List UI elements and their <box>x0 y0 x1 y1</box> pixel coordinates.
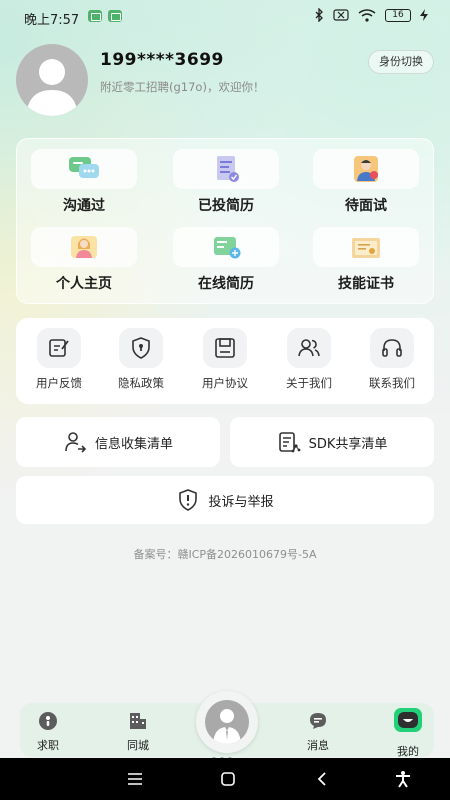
links-card: 用户反馈 隐私政策 用户协议 关于我们 联系我们 <box>16 318 434 404</box>
job-icon <box>38 711 58 731</box>
link-contact-us[interactable]: 联系我们 <box>353 328 431 391</box>
resume-sent-icon <box>217 156 239 182</box>
link-about-us[interactable]: 关于我们 <box>270 328 348 391</box>
grid-item-pending-interview[interactable]: 待面试 <box>313 149 419 217</box>
battery-level: 16 <box>385 8 411 22</box>
save-disk-icon <box>215 338 235 358</box>
grid-item-personal-homepage[interactable]: 个人主页 <box>31 227 137 295</box>
grid-item-skill-certificate[interactable]: 技能证书 <box>313 227 419 295</box>
link-privacy-policy[interactable]: 隐私政策 <box>102 328 180 391</box>
tab-label: 消息 <box>307 739 329 752</box>
me-icon <box>393 707 423 733</box>
tab-messages[interactable]: 消息 <box>290 711 346 753</box>
system-nav-bar <box>0 758 450 800</box>
message-icon <box>308 711 328 731</box>
charging-icon <box>420 9 428 21</box>
tab-me[interactable]: 我的 <box>380 708 436 759</box>
status-time: 晚上7:57 <box>24 13 80 28</box>
online-resume-icon <box>214 237 241 259</box>
link-label: 用户反馈 <box>36 376 82 390</box>
chat-bubbles-icon <box>69 157 99 178</box>
grid-tile <box>173 149 279 189</box>
users-group-icon <box>298 339 320 357</box>
grid-label: 待面试 <box>345 198 387 214</box>
grid-label: 已投简历 <box>198 198 254 214</box>
grid-label: 沟通过 <box>63 198 105 214</box>
tab-label: 求职 <box>37 739 59 752</box>
default-avatar-icon <box>26 59 78 116</box>
menu-icon[interactable] <box>115 758 155 800</box>
info-collection-list-button[interactable]: 信息收集清单 <box>16 417 220 467</box>
avatar[interactable] <box>16 44 88 116</box>
identity-switch-button[interactable]: 身份切换 <box>368 50 434 74</box>
status-indicators: 16 <box>314 8 428 22</box>
headset-icon <box>382 339 402 357</box>
tab-label: 同城 <box>127 739 149 752</box>
sdk-share-list-button[interactable]: SDK共享清单 <box>230 417 434 467</box>
link-user-feedback[interactable]: 用户反馈 <box>20 328 98 391</box>
link-label: 关于我们 <box>286 376 332 390</box>
tab-label: 我的 <box>397 745 419 758</box>
complaint-report-button[interactable]: 投诉与举报 <box>16 476 434 524</box>
document-share-icon <box>278 432 300 453</box>
grid-tile <box>31 149 137 189</box>
link-icon-box <box>370 328 414 368</box>
person-suit-icon <box>213 709 241 744</box>
info-collection-list-label: 信息收集清单 <box>94 436 173 452</box>
grid-tile <box>173 227 279 267</box>
bluetooth-icon <box>315 8 323 22</box>
accessibility-icon[interactable] <box>383 758 423 800</box>
icp-filing-number: 备案号：赣ICP备2026010679号-5A <box>133 548 317 561</box>
grid-tile <box>313 227 419 267</box>
tab-local[interactable]: 同城 <box>110 711 166 753</box>
link-icon-box <box>37 328 81 368</box>
welcome-text: 附近零工招聘(g17o)，欢迎你！ <box>100 80 265 94</box>
sim-off-icon <box>333 9 349 21</box>
user-arrow-icon <box>65 432 87 453</box>
status-bar: 晚上7:57 16 <box>0 0 450 34</box>
grid-label: 个人主页 <box>56 276 112 292</box>
link-icon-box <box>119 328 163 368</box>
back-chevron-icon[interactable] <box>302 758 342 800</box>
link-label: 联系我们 <box>369 376 415 390</box>
feature-grid: 沟通过 已投简历 待面试 个人主页 在线简历 技能证书 <box>16 138 434 304</box>
link-label: 用户协议 <box>202 376 248 390</box>
sdk-share-list-label: SDK共享清单 <box>308 436 388 452</box>
center-avatar <box>205 700 249 744</box>
notification-app-icon <box>108 10 122 22</box>
complaint-report-label: 投诉与举报 <box>208 494 274 510</box>
grid-label: 在线简历 <box>198 276 254 292</box>
shield-keyhole-icon <box>132 337 150 359</box>
feedback-edit-icon <box>49 339 69 357</box>
wifi-icon <box>358 8 376 22</box>
grid-label: 技能证书 <box>338 276 394 292</box>
link-label: 隐私政策 <box>118 376 164 390</box>
user-phone: 199****3699 <box>100 50 224 70</box>
home-square-icon[interactable] <box>208 758 248 800</box>
grid-tile <box>31 227 137 267</box>
link-icon-box <box>287 328 331 368</box>
tab-job-search[interactable]: 求职 <box>20 711 76 753</box>
shield-alert-icon <box>179 489 198 511</box>
link-icon-box <box>203 328 247 368</box>
notification-app-icon <box>88 10 102 22</box>
grid-tile <box>313 149 419 189</box>
grid-item-chatted[interactable]: 沟通过 <box>31 149 137 217</box>
interviewer-icon <box>354 156 378 182</box>
certificate-icon <box>352 238 380 258</box>
building-icon <box>128 711 148 731</box>
grid-item-resume-sent[interactable]: 已投简历 <box>173 149 279 217</box>
center-profile-button[interactable] <box>196 691 258 753</box>
grid-item-online-resume[interactable]: 在线简历 <box>173 227 279 295</box>
person-homepage-icon <box>71 236 97 258</box>
link-user-agreement[interactable]: 用户协议 <box>186 328 264 391</box>
